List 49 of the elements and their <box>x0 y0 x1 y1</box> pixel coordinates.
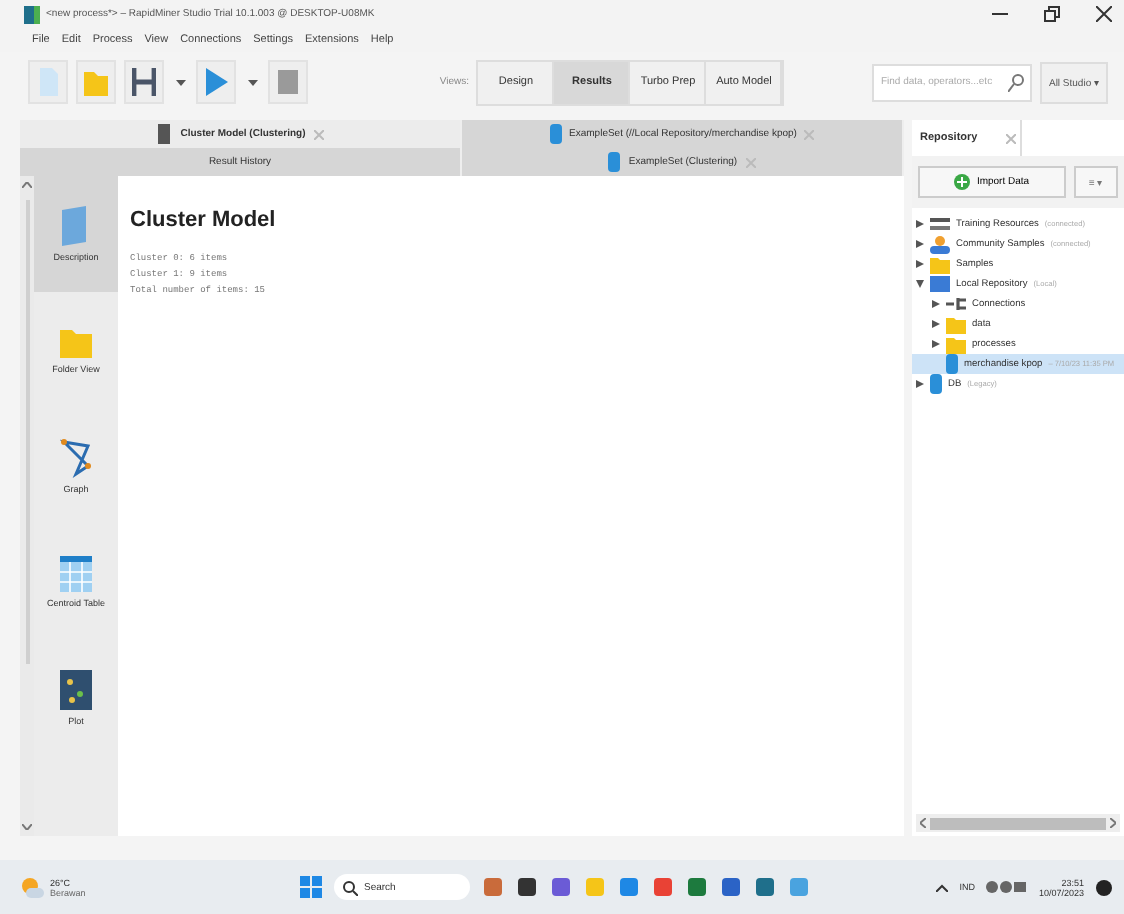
scroll-right-icon <box>1110 818 1116 828</box>
expand-arrow-icon[interactable] <box>916 260 924 268</box>
network-sound-battery-icon[interactable] <box>986 880 1027 894</box>
expand-arrow-icon[interactable] <box>916 220 924 228</box>
new-icon <box>36 68 60 96</box>
scrollbar[interactable] <box>20 176 34 836</box>
restore-icon[interactable] <box>1044 6 1060 22</box>
scrollbar[interactable] <box>916 814 1120 832</box>
scroll-left-icon <box>920 818 926 828</box>
scatter-plot-icon <box>60 670 92 710</box>
windows-icon[interactable] <box>300 876 322 898</box>
notification-icon[interactable] <box>1096 879 1112 895</box>
expand-arrow-icon[interactable] <box>932 320 940 328</box>
search-icon <box>342 879 358 895</box>
scroll-up-icon <box>22 182 32 188</box>
close-icon[interactable] <box>1096 6 1112 22</box>
book-stack-icon <box>930 216 950 232</box>
app-tile-icon[interactable] <box>516 876 538 898</box>
book-icon <box>156 124 173 144</box>
run-icon <box>204 68 228 96</box>
expand-arrow-icon[interactable] <box>932 340 940 348</box>
app-icon <box>24 5 40 23</box>
caret-icon <box>247 79 257 85</box>
app-tile-icon[interactable] <box>754 876 776 898</box>
chevron-up-icon[interactable] <box>935 883 948 891</box>
model-title: Cluster Model <box>130 208 278 232</box>
open-icon <box>84 68 108 96</box>
search-icon <box>1008 73 1025 91</box>
stop-icon <box>276 68 300 96</box>
save-button[interactable] <box>124 60 164 104</box>
expand-arrow-icon[interactable] <box>916 240 924 248</box>
run-button[interactable] <box>196 60 236 104</box>
scroll-thumb[interactable] <box>930 817 1106 829</box>
table-icon <box>60 556 92 592</box>
monitor-icon <box>930 275 950 293</box>
cylinder-icon <box>549 124 562 144</box>
database-icon <box>930 374 942 394</box>
plus-icon <box>954 174 971 190</box>
cylinder-icon <box>946 354 958 374</box>
graph-icon <box>60 438 92 478</box>
expand-arrow-icon[interactable] <box>932 300 940 308</box>
scroll-down-icon <box>22 824 32 830</box>
weather-icon <box>20 876 44 898</box>
collapse-arrow-icon[interactable] <box>916 280 924 288</box>
expand-arrow-icon[interactable] <box>916 380 924 388</box>
people-icon <box>930 235 950 253</box>
save-icon <box>132 68 156 96</box>
cylinder-icon <box>608 152 621 172</box>
caret-icon <box>175 79 185 85</box>
